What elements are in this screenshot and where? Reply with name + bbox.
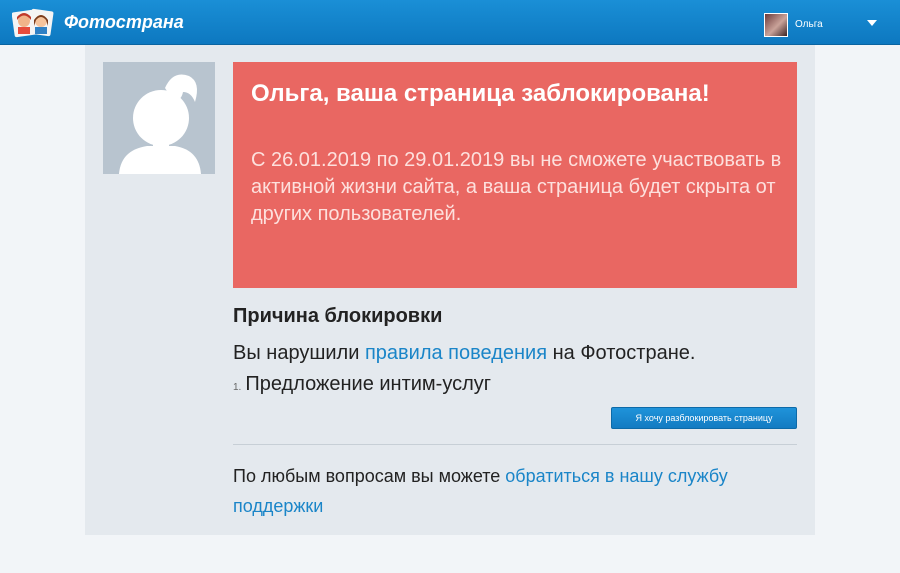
blocked-notice-banner: Ольга, ваша страница заблокирована! С 26… (233, 62, 797, 288)
user-name[interactable]: Ольга (795, 19, 823, 30)
support-text: По любым вопросам вы можете обратиться в… (233, 461, 753, 521)
reason-item-text: Предложение интим-услуг (245, 373, 492, 395)
blocked-notice-text: С 26.01.2019 по 29.01.2019 вы не сможете… (251, 149, 782, 225)
female-silhouette-icon (119, 74, 201, 174)
profile-avatar-placeholder (103, 62, 215, 174)
block-reason-suffix: на Фотостране. (547, 342, 696, 364)
block-reason-heading: Причина блокировки (233, 305, 443, 327)
fotostrana-logo-icon[interactable] (12, 8, 54, 38)
block-reason-line: Вы нарушили правила поведения на Фотостр… (233, 342, 695, 365)
block-reason-item: 1. Предложение интим-услуг (233, 373, 491, 396)
brand-name[interactable]: Фотострана (64, 12, 184, 33)
unblock-page-button[interactable]: Я хочу разблокировать страницу (611, 407, 797, 429)
user-avatar[interactable] (764, 13, 788, 37)
block-reason-prefix: Вы нарушили (233, 342, 365, 364)
divider (233, 444, 797, 445)
support-prefix: По любым вопросам вы можете (233, 466, 506, 486)
reason-item-number: 1. (233, 382, 242, 393)
top-bar: Фотострана Ольга (0, 0, 900, 45)
chevron-down-icon[interactable] (867, 20, 877, 26)
blocked-notice-title: Ольга, ваша страница заблокирована! (251, 80, 710, 107)
rules-link[interactable]: правила поведения (365, 342, 547, 364)
